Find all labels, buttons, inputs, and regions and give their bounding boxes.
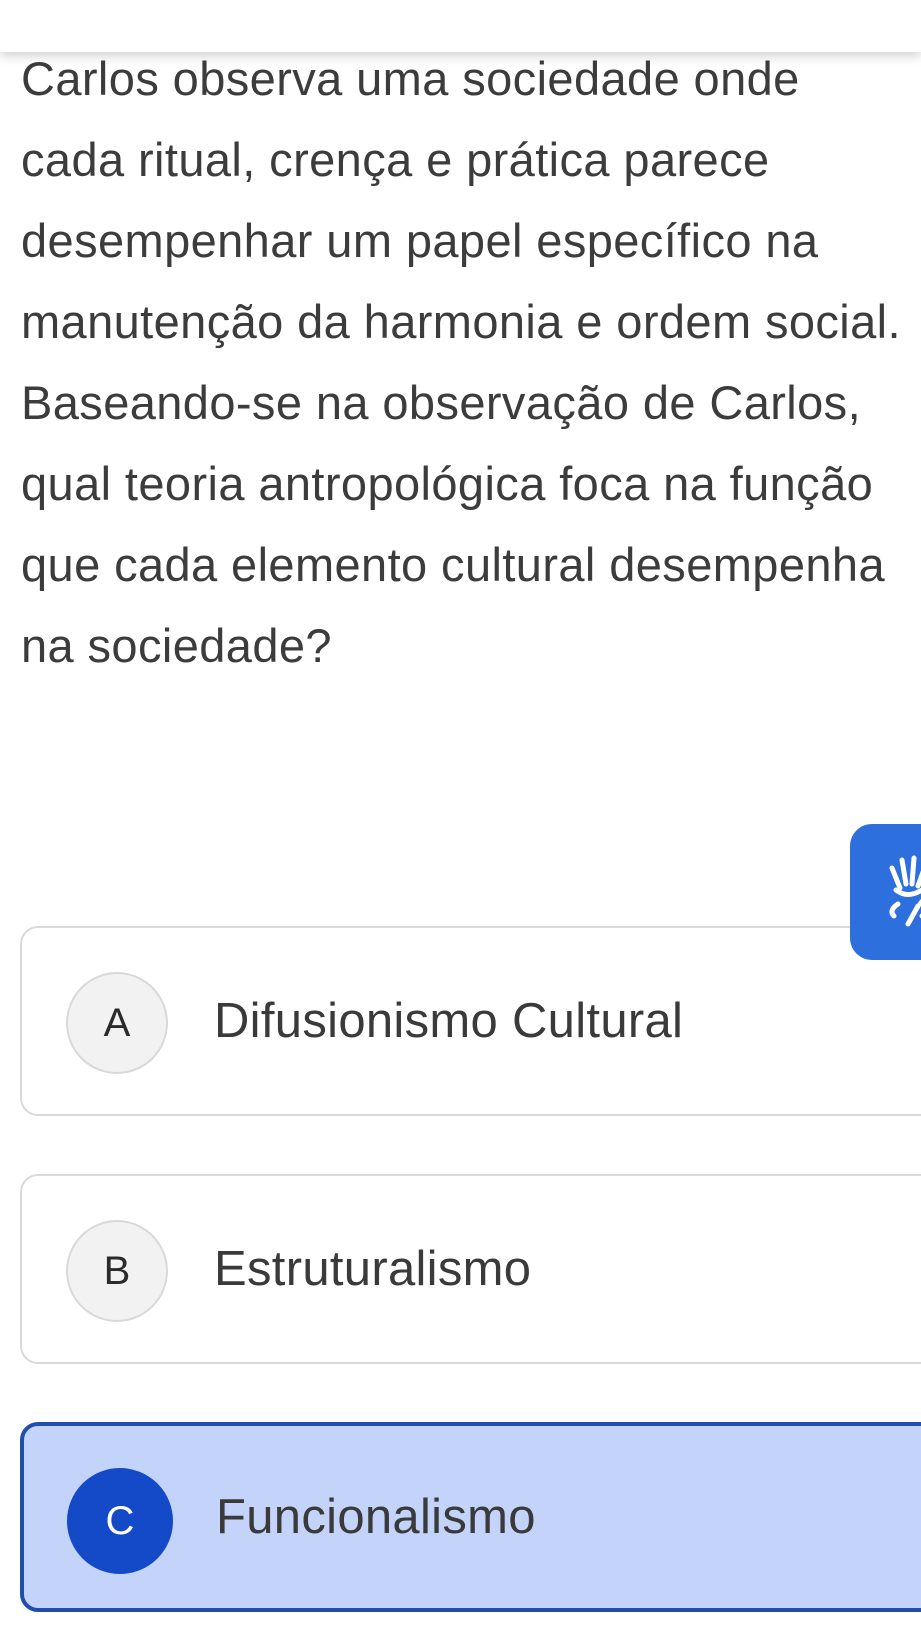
option-a[interactable]: A Difusionismo Cultural: [20, 926, 921, 1116]
option-text-c: Funcionalismo: [216, 1490, 536, 1544]
option-text-a: Difusionismo Cultural: [214, 994, 684, 1048]
answer-options: A Difusionismo Cultural B Estruturalismo…: [20, 926, 921, 1636]
option-letter-b: B: [66, 1220, 168, 1322]
sign-language-button[interactable]: [850, 824, 921, 960]
option-c[interactable]: C Funcionalismo: [20, 1422, 921, 1612]
option-b[interactable]: B Estruturalismo: [20, 1174, 921, 1364]
sign-language-hands-icon: [889, 855, 921, 927]
option-text-b: Estruturalismo: [214, 1242, 532, 1296]
option-letter-a: A: [66, 972, 168, 1074]
question-text: Carlos observa uma sociedade onde cada r…: [21, 52, 901, 672]
top-bar: [0, 0, 921, 52]
option-letter-c: C: [67, 1468, 173, 1574]
quiz-screen: Carlos observa uma sociedade onde cada r…: [0, 0, 921, 1636]
